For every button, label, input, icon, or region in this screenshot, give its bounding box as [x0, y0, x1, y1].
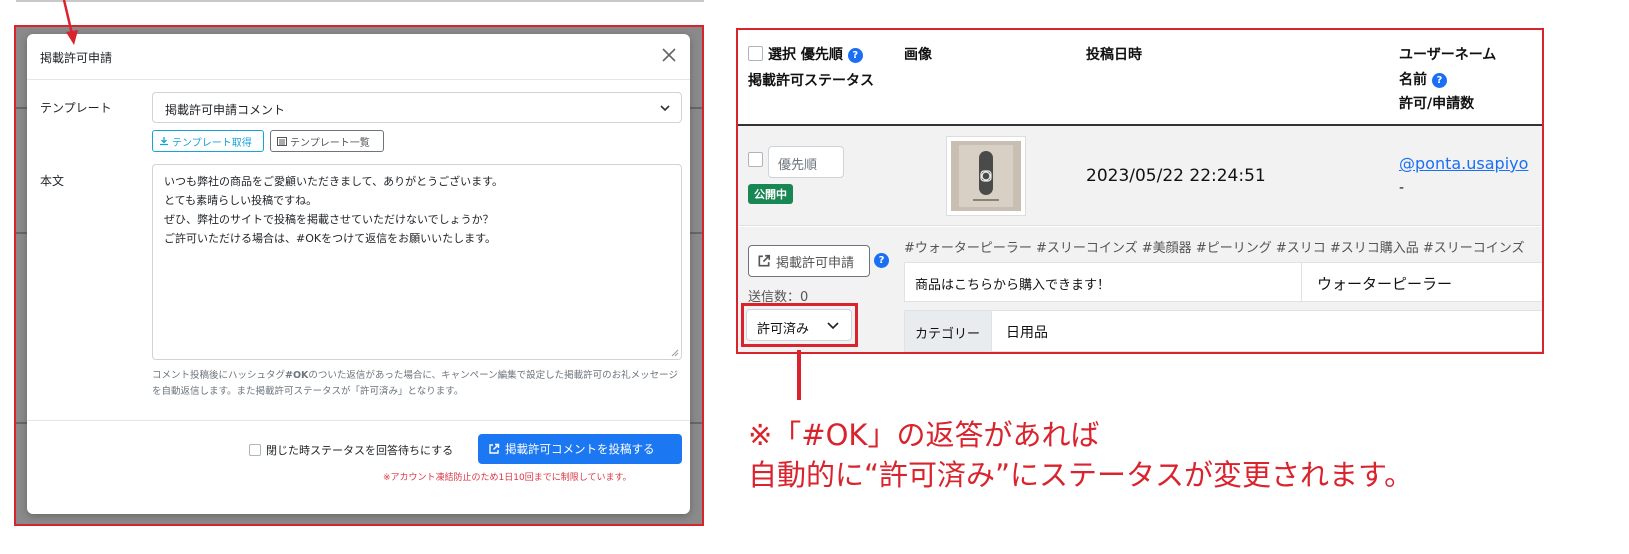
- background-table-edge: [16, 0, 704, 2]
- template-select[interactable]: 掲載許可申請コメント: [152, 92, 682, 123]
- post-thumbnail[interactable]: [946, 136, 1026, 216]
- status-highlight-box: [741, 303, 858, 347]
- header-name-label: 名前: [1399, 72, 1427, 88]
- header-name: 名前 ?: [1399, 69, 1447, 89]
- annotation-line: ※「#OK」の返答があれば: [748, 418, 1100, 452]
- table-row-details: 掲載許可申請 ? 送信数：0 許可済み #ウォーターピーラー #スリーコインズ …: [738, 227, 1542, 352]
- body-line: ぜひ、弊社のサイトで投稿を掲載させていただけないでしょうか？: [164, 213, 494, 226]
- row-select-checkbox[interactable]: [748, 152, 763, 167]
- help-text-tag: #OK: [285, 370, 309, 381]
- post-comment-button[interactable]: 掲載許可コメントを投稿する: [478, 434, 682, 464]
- template-label: テンプレート: [40, 101, 112, 115]
- header-permit-count: 許可/申請数: [1399, 96, 1475, 112]
- chevron-down-icon: [660, 105, 670, 112]
- body-line: とても素晴らしい投稿ですね。: [164, 194, 318, 207]
- header-username: ユーザーネーム: [1399, 47, 1497, 63]
- close-status-checkbox[interactable]: [249, 444, 261, 456]
- template-list-label: テンプレート一覧: [290, 137, 370, 149]
- category-label: カテゴリー: [904, 310, 992, 352]
- help-icon[interactable]: ?: [847, 48, 863, 63]
- header-permission-status: 掲載許可ステータス: [748, 73, 874, 89]
- category-value: 日用品: [991, 310, 1542, 352]
- table-screenshot-frame: 選択 優先順 ? 掲載許可ステータス 画像 投稿日時 ユーザーネーム 名前 ? …: [736, 28, 1544, 354]
- help-icon[interactable]: ?: [1431, 73, 1447, 88]
- description-cell: 商品はこちらから購入できます！: [904, 262, 1302, 302]
- help-icon[interactable]: ?: [874, 253, 889, 268]
- annotation-line: 自動的に“許可済み”にステータスが変更されます。: [748, 458, 1414, 492]
- share-icon: [758, 254, 771, 267]
- modal-header: 掲載許可申請: [27, 34, 690, 80]
- help-text: コメント投稿後にハッシュタグ#OKのついた返信があった場合に、キャンペーン編集で…: [152, 368, 687, 400]
- table-row: 優先順 公開中 2023/05/22 22:24:51 @ponta.usapi…: [738, 126, 1542, 226]
- template-select-value: 掲載許可申請コメント: [165, 103, 286, 117]
- priority-input[interactable]: 優先順: [768, 146, 844, 178]
- share-icon: [489, 443, 500, 454]
- close-icon[interactable]: [660, 46, 678, 64]
- annotation-connector: [797, 350, 801, 400]
- status-badge: 公開中: [748, 184, 793, 204]
- template-list-button[interactable]: テンプレート一覧: [270, 130, 384, 152]
- download-icon: [160, 137, 168, 146]
- header-select-label: 選択: [768, 47, 796, 63]
- pointer-arrow-icon: [62, 0, 78, 45]
- get-template-label: テンプレート取得: [172, 137, 252, 149]
- permission-request-button[interactable]: 掲載許可申請: [748, 245, 870, 277]
- hashtags: #ウォーターピーラー #スリーコインズ #美顔器 #ピーリング #スリコ #スリ…: [904, 241, 1525, 256]
- permission-request-label: 掲載許可申請: [776, 255, 855, 271]
- product-photo-icon: [951, 141, 1021, 211]
- post-comment-label: 掲載許可コメントを投稿する: [505, 442, 655, 456]
- username-link[interactable]: @ponta.usapiyo: [1399, 154, 1528, 173]
- post-date: 2023/05/22 22:24:51: [1086, 166, 1266, 186]
- list-icon: [277, 136, 287, 146]
- help-text-pre: コメント投稿後にハッシュタグ: [152, 370, 286, 381]
- user-display-name: -: [1399, 180, 1405, 196]
- resize-grip-icon[interactable]: [671, 349, 679, 357]
- body-textarea[interactable]: いつも弊社の商品をご愛顧いただきまして、ありがとうございます。 とても素晴らしい…: [152, 164, 682, 360]
- header-priority-label: 優先順: [800, 47, 843, 63]
- product-cell: ウォーターピーラー: [1301, 262, 1542, 302]
- header-select: 選択 優先順 ?: [768, 44, 863, 64]
- modal-screenshot-frame: 掲載許可申請 テンプレート 掲載許可申請コメント テンプレート取得 テンプレート…: [14, 25, 704, 526]
- permission-request-modal: 掲載許可申請 テンプレート 掲載許可申請コメント テンプレート取得 テンプレート…: [27, 34, 690, 514]
- select-all-checkbox[interactable]: [748, 46, 763, 61]
- modal-footer-divider: [27, 420, 690, 421]
- header-post-date: 投稿日時: [1086, 47, 1142, 63]
- body-line: ご許可いただける場合は、#OKをつけて返信をお願いいたします。: [164, 232, 496, 245]
- body-line: いつも弊社の商品をご愛顧いただきまして、ありがとうございます。: [164, 175, 504, 188]
- body-label: 本文: [40, 174, 65, 188]
- get-template-button[interactable]: テンプレート取得: [152, 130, 264, 152]
- modal-title: 掲載許可申請: [40, 51, 113, 65]
- limit-note: ※アカウント凍結防止のため1日10回までに制限しています。: [383, 473, 632, 483]
- close-status-label: 閉じた時ステータスを回答待ちにする: [266, 444, 454, 457]
- header-image: 画像: [904, 47, 932, 63]
